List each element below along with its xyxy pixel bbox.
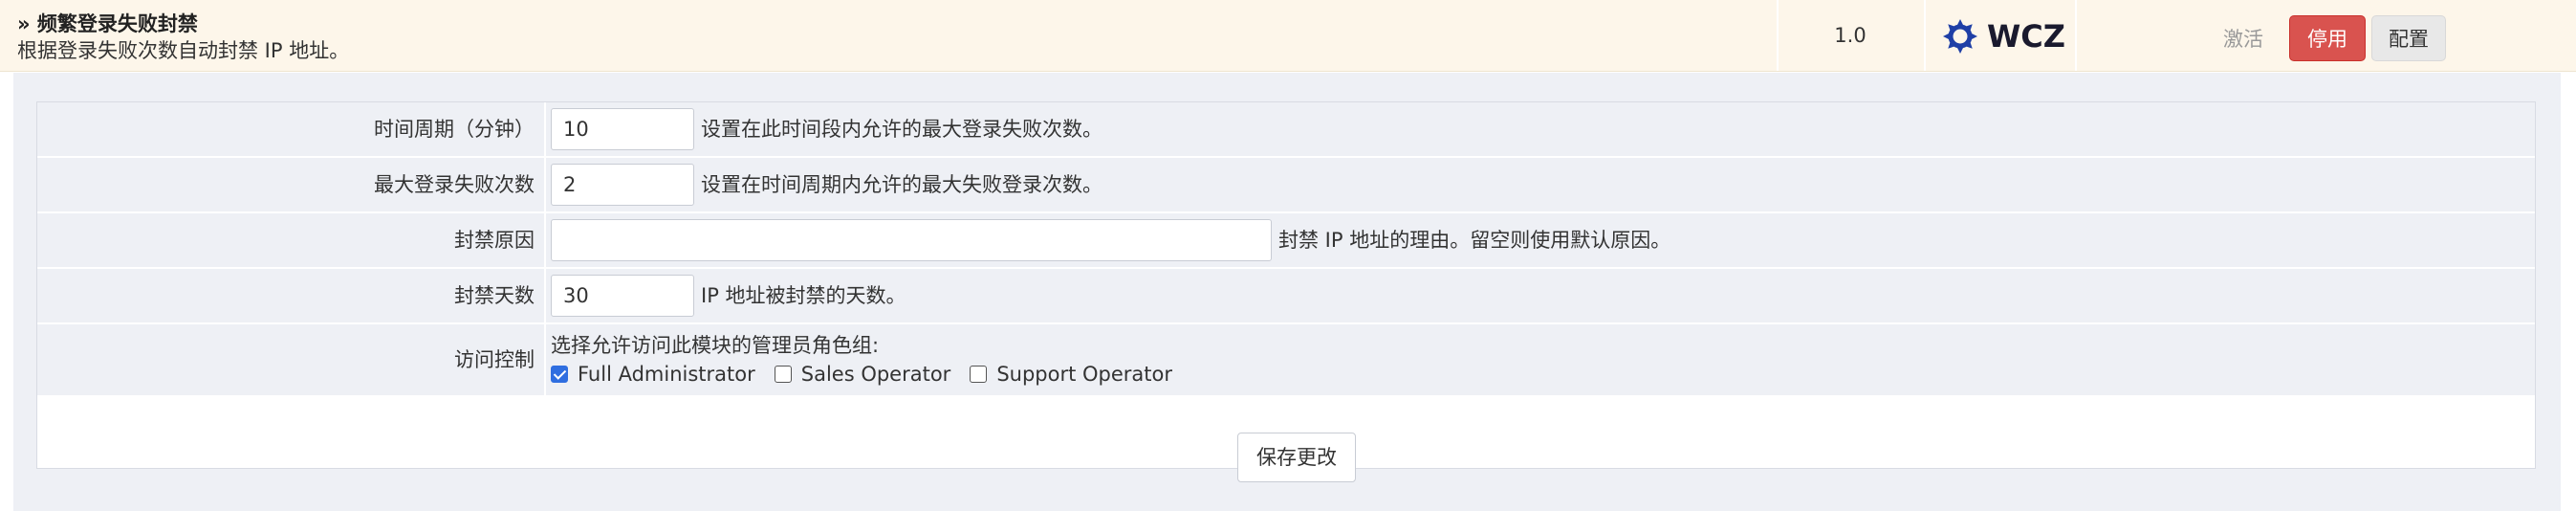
support-operator-checkbox[interactable] [970,366,988,383]
save-changes-button[interactable]: 保存更改 [1237,433,1356,482]
max-failures-help: 设置在时间周期内允许的最大失败登录次数。 [701,173,1102,196]
access-control-title: 选择允许访问此模块的管理员角色组: [551,334,880,357]
ban-reason-input[interactable] [551,219,1272,261]
column-divider [2075,0,2077,71]
role-option-support-operator[interactable]: Support Operator [970,363,1172,386]
config-form-table: 时间周期（分钟） 10 设置在此时间段内允许的最大登录失败次数。 最大登录失败次… [36,101,2536,469]
form-row-access-control: 访问控制 选择允许访问此模块的管理员角色组: Full Administrato… [37,324,2535,395]
full-administrator-checkbox[interactable] [551,366,568,383]
wcz-logo-icon [1943,19,1977,54]
time-period-help: 设置在此时间段内允许的最大登录失败次数。 [701,118,1102,141]
row-divider [544,158,546,213]
max-failures-label: 最大登录失败次数 [374,173,535,196]
role-option-full-administrator[interactable]: Full Administrator [551,363,755,386]
role-group-options: Full Administrator Sales Operator Suppor… [551,363,1191,386]
max-failures-input[interactable]: 2 [551,164,694,206]
sales-operator-label: Sales Operator [800,363,951,386]
ban-days-label: 封禁天数 [454,284,535,307]
ban-days-input[interactable]: 30 [551,275,694,317]
ban-reason-help: 封禁 IP 地址的理由。留空则使用默认原因。 [1278,229,1671,252]
role-option-sales-operator[interactable]: Sales Operator [774,363,951,386]
ban-reason-label: 封禁原因 [454,229,535,252]
time-period-label: 时间周期（分钟） [374,118,535,141]
config-panel: 时间周期（分钟） 10 设置在此时间段内允许的最大登录失败次数。 最大登录失败次… [13,73,2561,511]
access-control-label: 访问控制 [454,348,535,371]
module-version: 1.0 [1834,24,1867,47]
column-divider [1924,0,1926,71]
module-title: » 频繁登录失败封禁 [17,12,198,35]
module-info: » 频繁登录失败封禁 根据登录失败次数自动封禁 IP 地址。 [17,10,349,63]
disable-button[interactable]: 停用 [2289,15,2366,61]
form-row-max-failures: 最大登录失败次数 2 设置在时间周期内允许的最大失败登录次数。 [37,158,2535,213]
module-header-row: » 频繁登录失败封禁 根据登录失败次数自动封禁 IP 地址。 1.0 WCZ 激… [0,0,2576,72]
full-administrator-label: Full Administrator [578,363,755,386]
activate-link[interactable]: 激活 [2223,0,2263,71]
form-row-ban-days: 封禁天数 30 IP 地址被封禁的天数。 [37,269,2535,324]
vendor-logo: WCZ [1941,17,2065,56]
config-button[interactable]: 配置 [2371,15,2446,61]
sales-operator-checkbox[interactable] [774,366,792,383]
row-divider [544,102,546,158]
time-period-input[interactable]: 10 [551,108,694,150]
row-divider [544,213,546,269]
form-row-time-period: 时间周期（分钟） 10 设置在此时间段内允许的最大登录失败次数。 [37,102,2535,158]
module-description: 根据登录失败次数自动封禁 IP 地址。 [17,39,350,62]
row-divider [544,324,546,395]
row-divider [544,269,546,324]
ban-days-help: IP 地址被封禁的天数。 [701,284,906,307]
form-row-ban-reason: 封禁原因 封禁 IP 地址的理由。留空则使用默认原因。 [37,213,2535,269]
support-operator-label: Support Operator [996,363,1173,386]
logo-text: WCZ [1987,18,2065,55]
